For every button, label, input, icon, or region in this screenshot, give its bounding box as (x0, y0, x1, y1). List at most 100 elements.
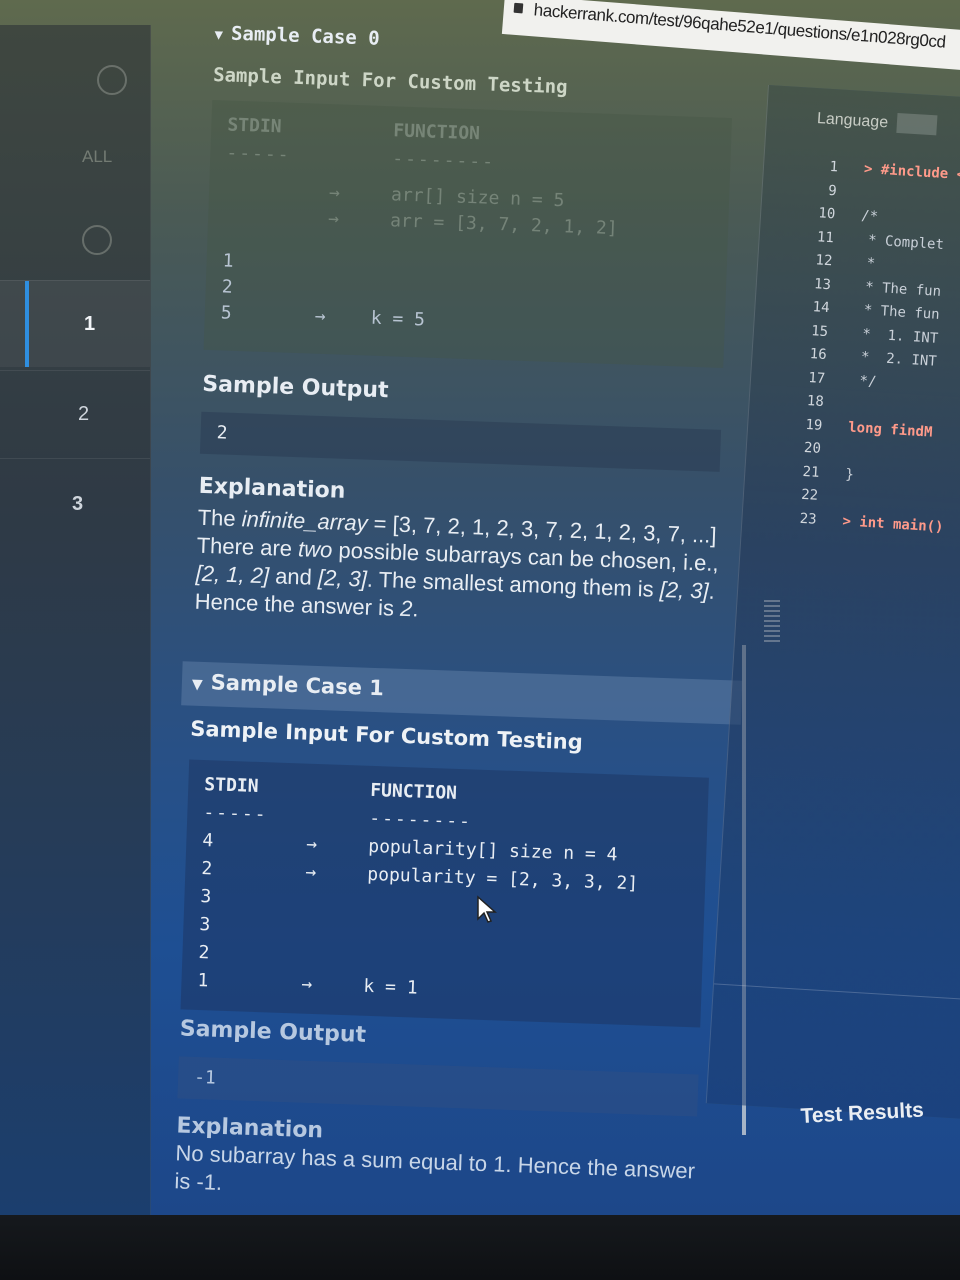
language-select[interactable] (896, 112, 938, 136)
code-line: * 2. INT (852, 348, 938, 370)
function-line: arr[] size n = 5 (390, 184, 565, 212)
line-number: 14 (812, 299, 830, 317)
stdin-divider: ----- (203, 802, 268, 826)
code-line: * 1. INT (853, 325, 939, 347)
caret-down-icon: ▼ (191, 676, 203, 693)
sample-output-label: Sample Output (201, 371, 389, 404)
monitor-bezel (0, 1215, 960, 1280)
function-line: arr = [3, 7, 2, 1, 2] (389, 210, 618, 240)
line-number: 23 (799, 510, 818, 528)
lock-icon (513, 2, 524, 14)
sample-case-title: Sample Case 0 (230, 22, 381, 50)
sample-input-box-1: STDIN FUNCTION ----- -------- 4 → popula… (180, 759, 709, 1028)
line-number: 19 (805, 416, 823, 434)
function-line: popularity[] size n = 4 (367, 835, 618, 866)
code-line: /* (860, 207, 879, 225)
line-number: 11 (816, 228, 835, 246)
sample-input-heading: Sample Input For Custom Testing (212, 63, 568, 99)
line-number: 10 (817, 205, 836, 223)
line-number: 22 (800, 486, 819, 504)
question-sidebar: ALL 1 2 3 (0, 25, 151, 1215)
code-line: * Complet (859, 231, 945, 253)
text-run: two (297, 536, 333, 563)
stdin-divider: ----- (226, 142, 291, 166)
sidebar-item-3[interactable]: 3 (0, 458, 150, 545)
caret-down-icon: ▼ (214, 26, 224, 44)
collapse-icon[interactable] (97, 65, 127, 95)
arrow: → (328, 182, 341, 204)
problem-panel: ▼ Sample Case 0 Sample Input For Custom T… (174, 22, 775, 1215)
explanation-label: Explanation (198, 473, 346, 504)
code-line: long findM (847, 419, 933, 441)
function-line: popularity = [2, 3, 3, 2] (366, 863, 639, 895)
stdin-line: 5 (220, 302, 233, 324)
arrow: → (327, 208, 340, 230)
stdin-line: 2 (221, 276, 233, 298)
explanation-label: Explanation (176, 1113, 324, 1144)
function-line: k = 1 (363, 975, 418, 999)
code-line: * (857, 254, 876, 272)
function-header: FUNCTION (392, 120, 481, 145)
stdin-line: 2 (198, 941, 210, 964)
test-results-tab[interactable]: Test Results (800, 1099, 924, 1129)
sidebar-item-label: 3 (72, 493, 84, 515)
sample-output-value: -1 (193, 1066, 217, 1089)
line-number: 21 (802, 463, 820, 481)
sidebar-item-all[interactable]: ALL (82, 147, 112, 167)
line-number: 1 (829, 158, 839, 176)
code-line: * The fun (854, 301, 941, 323)
arrow: → (314, 305, 326, 328)
sample-input-heading: Sample Input For Custom Testing (189, 716, 584, 755)
text-run: and (268, 563, 319, 590)
function-divider: -------- (368, 807, 473, 833)
mouse-cursor-icon (477, 895, 497, 923)
code-line: */ (850, 372, 877, 390)
stdin-line: 1 (197, 969, 209, 992)
sample-output-box-0: 2 (199, 411, 722, 472)
sample-output-label: Sample Output (179, 1016, 367, 1048)
sample-input-box-0: STDIN FUNCTION ----- -------- → arr[] si… (203, 99, 732, 368)
code-line: * The fun (856, 278, 942, 300)
sample-case-0-toggle[interactable]: ▼ Sample Case 0 (214, 22, 380, 50)
text-run: . (411, 596, 419, 622)
line-number: 13 (813, 275, 832, 293)
language-label: Language (816, 110, 889, 132)
line-number: 17 (807, 369, 826, 387)
text-run: The (197, 504, 243, 532)
arrow: → (305, 833, 318, 856)
explanation-text: No subarray has a sum equal to 1. Hence … (174, 1140, 696, 1195)
sidebar-item-1[interactable]: 1 (0, 280, 150, 367)
text-run: 2 (399, 595, 413, 622)
stdin-line: 2 (201, 858, 213, 880)
sidebar-item-label: 2 (78, 403, 90, 425)
code-line: > #include < (863, 161, 960, 184)
stdin-line: 3 (200, 886, 212, 908)
sample-output-box-1: -1 (177, 1056, 699, 1117)
text-run: [2, 3] (317, 564, 368, 592)
line-number: 16 (809, 346, 828, 364)
text-run: [2, 1, 2] (195, 560, 270, 589)
explanation-text: The infinite_array = [3, 7, 2, 1, 2, 3, … (194, 504, 728, 634)
info-icon[interactable] (82, 225, 112, 255)
line-number: 9 (827, 182, 838, 199)
text-run: [2, 3] (659, 576, 710, 604)
stdin-line: 1 (222, 250, 234, 272)
stdin-line: 4 (202, 830, 214, 852)
screen: hackerrank.com/test/96qahe52e1/questions… (0, 0, 960, 1215)
arrow: → (301, 973, 313, 995)
sidebar-item-2[interactable]: 2 (0, 370, 150, 457)
text-run: infinite_array (241, 506, 369, 536)
stdin-line: 3 (199, 914, 211, 936)
stdin-header: STDIN (204, 774, 259, 797)
function-header: FUNCTION (369, 779, 458, 804)
code-line: > int main() (842, 512, 944, 536)
sidebar-item-label: 1 (84, 313, 96, 335)
arrow: → (305, 861, 317, 884)
function-line: k = 5 (370, 307, 426, 331)
line-number: 18 (806, 392, 825, 410)
function-divider: -------- (391, 148, 496, 173)
line-number: 15 (810, 322, 829, 340)
code-line: } (844, 465, 855, 483)
line-number: 12 (815, 252, 833, 270)
line-number: 20 (803, 439, 822, 457)
